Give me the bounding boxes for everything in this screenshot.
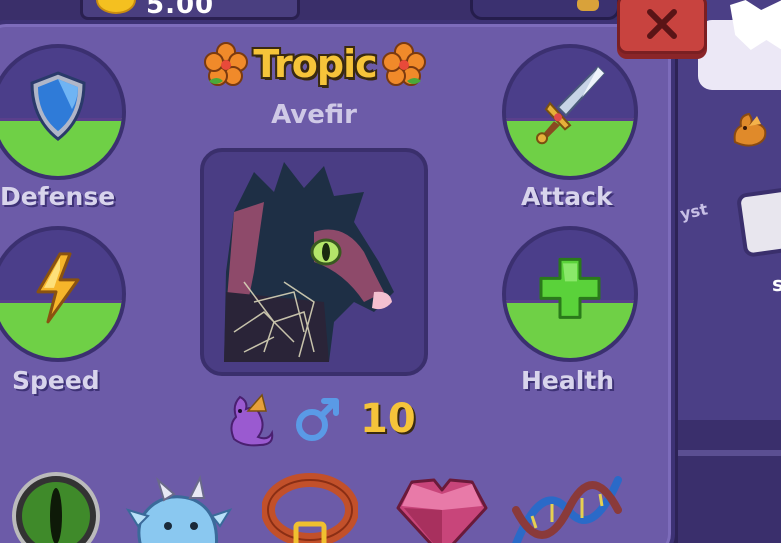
male-gender-icon (296, 398, 339, 441)
health-label: Health (521, 366, 615, 395)
plus-icon (539, 257, 601, 319)
defense-label: Defense (0, 182, 116, 211)
baby-dragon-icon (125, 474, 233, 543)
collar-item[interactable] (261, 470, 372, 543)
dragon-portrait (200, 148, 428, 376)
lightning-icon (36, 252, 80, 324)
chip-icon (577, 0, 599, 11)
speed-stat[interactable] (0, 226, 126, 362)
small-dragon-icon (733, 112, 767, 147)
close-icon (647, 9, 677, 39)
eye-item[interactable] (10, 470, 120, 543)
currency-value: 5.00 (146, 0, 215, 20)
dragon-info-row: 10 (220, 388, 416, 450)
purple-dragon-icon (230, 393, 274, 447)
dragon-species: Avefir (271, 100, 357, 130)
dragon-name-header: Tropic (200, 34, 430, 94)
eye-icon (12, 472, 100, 543)
close-button[interactable] (617, 0, 707, 54)
gem-heart-icon (396, 478, 488, 543)
sword-icon (536, 65, 606, 145)
divider (678, 450, 781, 456)
dna-item[interactable] (512, 470, 622, 543)
baby-dragon-item[interactable] (124, 470, 234, 543)
background-lower (678, 420, 781, 543)
dna-icon (512, 476, 622, 543)
attack-stat[interactable] (502, 44, 638, 180)
flower-icon (381, 42, 426, 86)
health-stat[interactable] (502, 226, 638, 362)
dragon-level: 10 (360, 396, 416, 442)
attack-label: Attack (521, 182, 613, 211)
flower-icon (204, 42, 249, 86)
shield-icon (30, 71, 86, 141)
side-card[interactable] (735, 186, 781, 258)
speed-label: Speed (12, 366, 100, 395)
top-chip[interactable] (470, 0, 620, 20)
gem-item[interactable] (392, 470, 502, 543)
dragon-head-image (224, 162, 394, 362)
collar-icon (261, 473, 359, 543)
side-partial-letter: s (772, 272, 781, 296)
dragon-name: Tropic (253, 42, 377, 86)
defense-stat[interactable] (0, 44, 126, 180)
